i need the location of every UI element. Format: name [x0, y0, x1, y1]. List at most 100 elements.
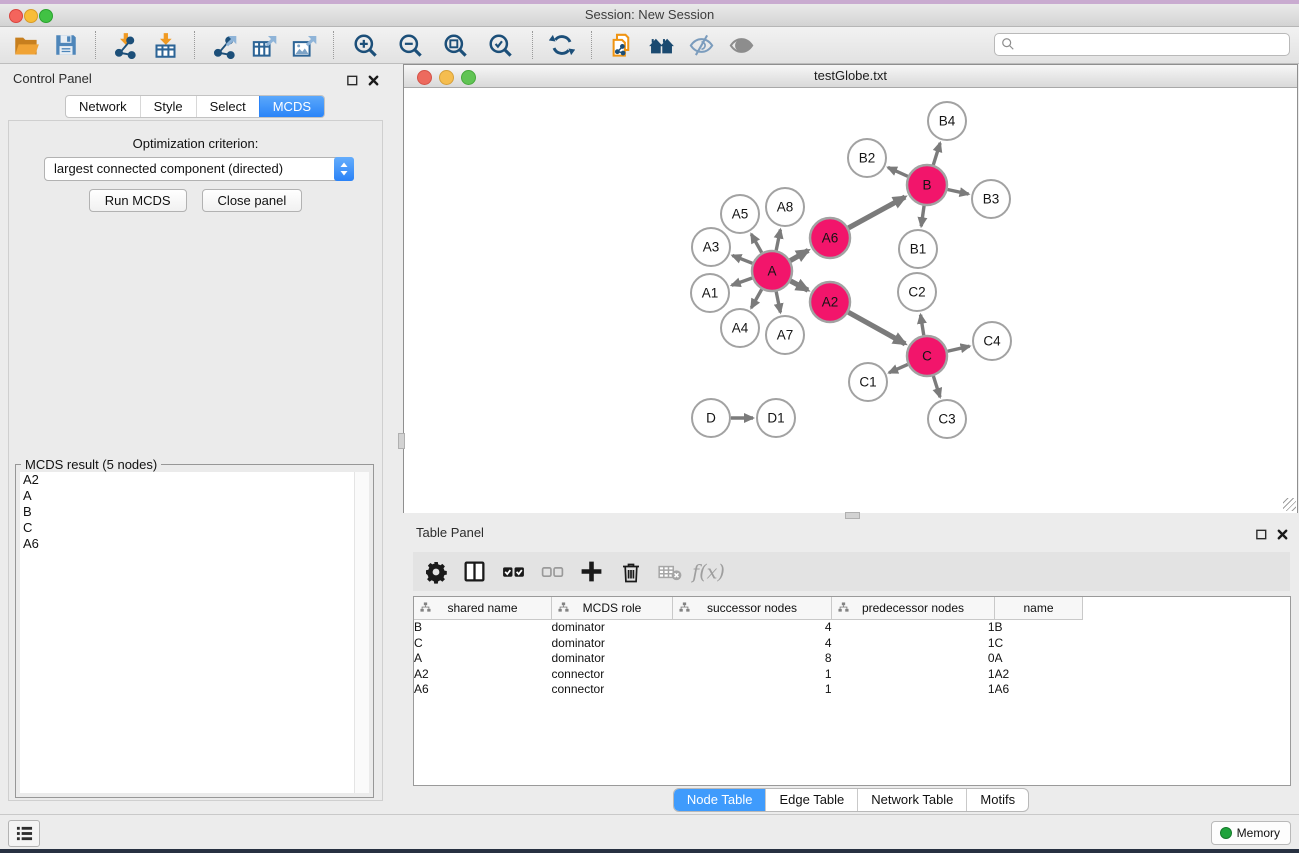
zoom-in-button[interactable]: [343, 29, 388, 61]
graph-node-B4[interactable]: B4: [928, 102, 966, 140]
mcds-result-item[interactable]: B: [20, 504, 369, 520]
mcds-result-item[interactable]: A2: [20, 472, 369, 488]
zoom-selected-button[interactable]: [478, 29, 523, 61]
unselect-all-columns-button[interactable]: [537, 556, 568, 588]
graph-edge-A-A6[interactable]: [790, 250, 808, 260]
graph-edge-B-B2[interactable]: [888, 167, 908, 176]
graph-edge-B-B3[interactable]: [948, 189, 969, 194]
graph-node-B1[interactable]: B1: [899, 230, 937, 268]
graph-edge-A-A3[interactable]: [732, 255, 752, 263]
tab-style[interactable]: Style: [140, 96, 196, 117]
graph-node-A4[interactable]: A4: [721, 309, 759, 347]
mcds-result-item[interactable]: C: [20, 520, 369, 536]
export-network-button[interactable]: [204, 29, 244, 61]
graph-edge-B-B4[interactable]: [933, 143, 940, 165]
float-panel-icon[interactable]: [345, 73, 359, 87]
tab-edge-table[interactable]: Edge Table: [765, 789, 857, 811]
zoom-out-button[interactable]: [388, 29, 433, 61]
graph-node-A5[interactable]: A5: [721, 195, 759, 233]
graph-node-C1[interactable]: C1: [849, 363, 887, 401]
criterion-select[interactable]: largest connected component (directed): [44, 157, 354, 181]
column-header-mcds-role[interactable]: MCDS role: [552, 597, 673, 620]
resize-grip[interactable]: [1283, 498, 1296, 511]
graph-node-C3[interactable]: C3: [928, 400, 966, 438]
graph-node-D[interactable]: D: [692, 399, 730, 437]
graph-edge-A-A7[interactable]: [776, 292, 780, 313]
tab-select[interactable]: Select: [196, 96, 259, 117]
column-header-shared-name[interactable]: shared name: [414, 597, 552, 620]
tab-motifs[interactable]: Motifs: [966, 789, 1028, 811]
import-network-button[interactable]: [105, 29, 145, 61]
table-row[interactable]: A6connector11A6: [414, 682, 1083, 698]
graph-node-A6[interactable]: A6: [810, 218, 850, 258]
table-row[interactable]: Cdominator41C: [414, 636, 1083, 652]
graph-node-A1[interactable]: A1: [691, 274, 729, 312]
graph-node-A8[interactable]: A8: [766, 188, 804, 226]
graph-node-A2[interactable]: A2: [810, 282, 850, 322]
table-row[interactable]: A2connector11A2: [414, 667, 1083, 683]
graph-node-B[interactable]: B: [907, 165, 947, 205]
tab-network-table[interactable]: Network Table: [857, 789, 966, 811]
table-row[interactable]: Adominator80A: [414, 651, 1083, 667]
graph-edge-A-A2[interactable]: [791, 281, 808, 290]
graph-node-B2[interactable]: B2: [848, 139, 886, 177]
import-table-button[interactable]: [145, 29, 185, 61]
splitter-handle-bottom[interactable]: [845, 512, 860, 519]
graph-edge-A-A5[interactable]: [751, 234, 761, 253]
clone-network-button[interactable]: [601, 29, 641, 61]
save-session-button[interactable]: [46, 29, 86, 61]
graph-edge-A-A1[interactable]: [732, 278, 753, 285]
create-column-button[interactable]: [576, 556, 607, 588]
show-columns-button[interactable]: [459, 556, 490, 588]
graph-edge-C-C1[interactable]: [889, 364, 908, 372]
mcds-result-item[interactable]: A6: [20, 536, 369, 552]
graph-node-C[interactable]: C: [907, 336, 947, 376]
result-scrollbar[interactable]: [354, 472, 369, 793]
column-header-name[interactable]: name: [995, 597, 1083, 620]
table-settings-button[interactable]: [420, 556, 451, 588]
cell-shared-name: A2: [414, 667, 552, 683]
close-panel-button[interactable]: Close panel: [202, 189, 303, 212]
open-file-button[interactable]: [6, 29, 46, 61]
tab-mcds[interactable]: MCDS: [259, 96, 324, 117]
graph-edge-A6-B[interactable]: [848, 197, 905, 228]
graph-edge-A-A4[interactable]: [751, 289, 761, 308]
graph-node-D1[interactable]: D1: [757, 399, 795, 437]
graph-edge-B-B1[interactable]: [921, 206, 924, 226]
zoom-fit-button[interactable]: [433, 29, 478, 61]
close-panel-icon[interactable]: [366, 73, 380, 87]
graph-node-C2[interactable]: C2: [898, 273, 936, 311]
column-header-predecessor-nodes[interactable]: predecessor nodes: [832, 597, 995, 620]
export-table-button[interactable]: [244, 29, 284, 61]
refresh-button[interactable]: [542, 29, 582, 61]
tab-network[interactable]: Network: [66, 96, 140, 117]
hide-panel-button[interactable]: [681, 29, 721, 61]
graph-node-B3[interactable]: B3: [972, 180, 1010, 218]
export-image-button[interactable]: [284, 29, 324, 61]
graph-edge-C-C2[interactable]: [921, 315, 924, 336]
graph-node-A3[interactable]: A3: [692, 228, 730, 266]
memory-button[interactable]: Memory: [1211, 821, 1291, 845]
task-history-button[interactable]: [8, 820, 40, 847]
splitter-handle-left[interactable]: [398, 433, 405, 449]
run-mcds-button[interactable]: Run MCDS: [89, 189, 187, 212]
delete-columns-button[interactable]: [615, 556, 646, 588]
column-header-successor-nodes[interactable]: successor nodes: [673, 597, 832, 620]
tab-node-table[interactable]: Node Table: [674, 789, 766, 811]
search-input[interactable]: [1019, 35, 1283, 54]
table-row[interactable]: Bdominator41B: [414, 620, 1083, 636]
graph-edge-A-A8[interactable]: [776, 230, 780, 251]
graph-edge-A2-C[interactable]: [848, 312, 905, 344]
graph-node-C4[interactable]: C4: [973, 322, 1011, 360]
close-table-panel-icon[interactable]: [1275, 527, 1289, 541]
graph-edge-C-C3[interactable]: [933, 376, 940, 397]
home-button[interactable]: [641, 29, 681, 61]
network-canvas[interactable]: B4 B2 B B3 A5A8A6 A3 B1 A C2 A1 A2 A4A7 C4 C C1 C3 D D1: [404, 88, 1297, 513]
show-panel-button[interactable]: [721, 29, 761, 61]
graph-edge-C-C4[interactable]: [947, 346, 969, 351]
mcds-result-item[interactable]: A: [20, 488, 369, 504]
select-all-columns-button[interactable]: [498, 556, 529, 588]
float-table-panel-icon[interactable]: [1254, 527, 1268, 541]
graph-node-A7[interactable]: A7: [766, 316, 804, 354]
graph-node-A[interactable]: A: [752, 251, 792, 291]
